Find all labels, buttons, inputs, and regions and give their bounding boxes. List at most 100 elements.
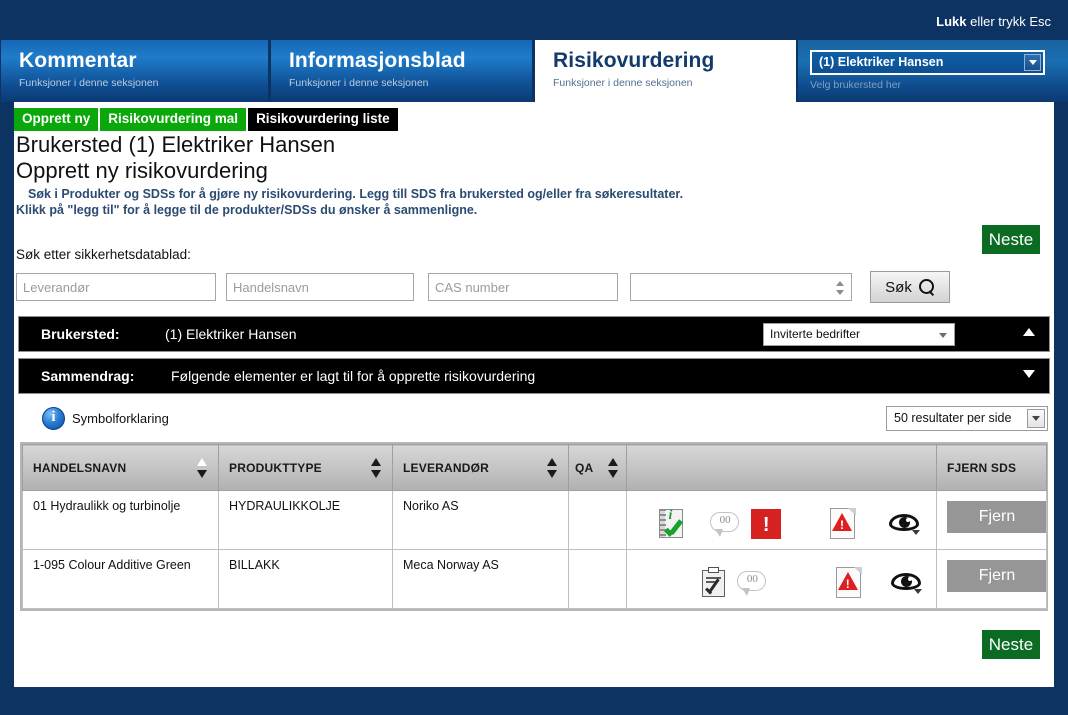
cell-produkttype: BILLAKK — [218, 549, 393, 609]
column-header-qa-label: QA — [575, 460, 594, 475]
invited-companies-value: Inviterte bedrifter — [770, 327, 861, 341]
notebook-green-check-icon[interactable]: i — [651, 508, 692, 540]
view-eye-icon[interactable] — [885, 512, 926, 536]
close-hint[interactable]: Lukk eller trykk Esc — [936, 14, 1051, 29]
cell-qa — [568, 490, 627, 550]
chevron-down-icon — [939, 333, 947, 338]
tab-kommentar-subtitle: Funksjoner i denne seksjonen — [19, 77, 159, 89]
table-header-row: HANDELSNAVN PRODUKTTYPE LEVERANDØR QA FJ… — [22, 444, 1047, 491]
sort-toggle-qa[interactable] — [608, 457, 619, 478]
content-panel: Opprett ny Risikovurdering mal Risikovur… — [14, 102, 1054, 687]
caret-down-icon[interactable] — [1023, 370, 1035, 378]
search-icon — [918, 279, 935, 295]
ghs-exclamation-icon[interactable]: ! — [746, 509, 787, 539]
column-header-qa[interactable]: QA — [568, 444, 627, 491]
tab-informasjonsblad-subtitle: Funksjoner i denne seksjonen — [289, 77, 429, 89]
remove-sds-button[interactable]: Fjern — [947, 501, 1047, 533]
page-description-line1: Søk i Produkter og SDSs for å gjøre ny r… — [28, 187, 684, 201]
location-select[interactable]: (1) Elektriker Hansen — [810, 50, 1045, 75]
page-description-line2: Klikk på "legg til" for å legge til de p… — [16, 203, 478, 217]
column-header-handelsnavn[interactable]: HANDELSNAVN — [22, 444, 219, 491]
cell-icons: i 00 ! ! — [626, 490, 937, 550]
brukersted-bar-value: (1) Elektriker Hansen — [165, 326, 297, 342]
subnav-buttons: Opprett ny Risikovurdering mal Risikovur… — [14, 108, 398, 131]
subnav-risikovurdering-liste[interactable]: Risikovurdering liste — [248, 108, 398, 131]
cell-handelsnavn: 1-095 Colour Additive Green — [22, 549, 219, 609]
next-button-bottom[interactable]: Neste — [982, 630, 1040, 659]
column-header-leverandor[interactable]: LEVERANDØR — [392, 444, 569, 491]
comment-bubble-icon[interactable]: 00 — [733, 571, 771, 596]
cell-produkttype: HYDRAULIKKOLJE — [218, 490, 393, 550]
subnav-opprett-ny[interactable]: Opprett ny — [14, 108, 99, 131]
info-icon[interactable] — [42, 407, 65, 430]
cell-handelsnavn: 01 Hydraulikk og turbinolje — [22, 490, 219, 550]
sds-document-warning-icon[interactable]: ! — [822, 508, 863, 540]
search-input-tradename[interactable] — [226, 273, 414, 301]
subnav-risikovurdering-mal[interactable]: Risikovurdering mal — [100, 108, 247, 131]
location-select-value: (1) Elektriker Hansen — [819, 55, 944, 69]
comment-bubble-icon[interactable]: 00 — [705, 512, 746, 537]
cell-leverandor: Noriko AS — [392, 490, 569, 550]
results-table-wrapper: HANDELSNAVN PRODUKTTYPE LEVERANDØR QA FJ… — [20, 442, 1048, 611]
column-header-leverandor-label: LEVERANDØR — [403, 460, 490, 475]
chevron-down-icon[interactable] — [1027, 409, 1045, 428]
location-picker-block: (1) Elektriker Hansen Velg brukersted he… — [798, 40, 1068, 102]
clipboard-check-icon[interactable] — [695, 567, 733, 599]
view-eye-icon[interactable] — [888, 571, 926, 595]
sammendrag-bar-label: Sammendrag: — [41, 368, 135, 384]
sort-toggle-leverandor[interactable] — [547, 457, 558, 478]
remove-sds-button[interactable]: Fjern — [947, 560, 1047, 592]
results-per-page-value: 50 resultater per side — [894, 411, 1012, 425]
page-title-brukersted: Brukersted (1) Elektriker Hansen — [16, 132, 336, 157]
search-section-label: Søk etter sikkerhetsdatablad: — [16, 247, 191, 262]
column-header-fjern-sds: FJERN SDS — [936, 444, 1047, 491]
tab-risikovurdering-title: Risikovurdering — [553, 49, 715, 72]
comment-count: 00 — [746, 573, 758, 585]
results-per-page-select[interactable]: 50 resultater per side — [886, 406, 1048, 431]
column-header-produkttype[interactable]: PRODUKTTYPE — [218, 444, 393, 491]
column-header-fjern-sds-label: FJERN SDS — [947, 460, 1017, 475]
search-button[interactable]: Søk — [870, 271, 950, 303]
column-header-icons — [626, 444, 937, 491]
comment-count: 00 — [719, 514, 731, 526]
column-header-handelsnavn-label: HANDELSNAVN — [33, 460, 127, 475]
symbol-legend-label[interactable]: Symbolforklaring — [72, 411, 169, 426]
table-row: 1-095 Colour Additive Green BILLAKK Meca… — [22, 549, 1047, 609]
sort-toggle-handelsnavn[interactable] — [197, 457, 208, 478]
search-button-label: Søk — [885, 278, 912, 296]
table-row: 01 Hydraulikk og turbinolje HYDRAULIKKOL… — [22, 490, 1047, 550]
sort-toggle-produkttype[interactable] — [371, 457, 382, 478]
tab-risikovurdering-subtitle: Funksjoner i denne seksjonen — [553, 77, 693, 89]
tab-informasjonsblad[interactable]: Informasjonsblad Funksjoner i denne seks… — [270, 40, 532, 102]
invited-companies-select[interactable]: Inviterte bedrifter — [763, 323, 955, 346]
sds-document-warning-icon[interactable]: ! — [830, 567, 868, 599]
cell-fjern: Fjern — [936, 490, 1047, 550]
cell-leverandor: Meca Norway AS — [392, 549, 569, 609]
close-hint-rest: eller trykk Esc — [966, 14, 1051, 29]
close-hint-bold: Lukk — [936, 14, 967, 29]
search-input-cas[interactable] — [428, 273, 618, 301]
chevron-down-icon[interactable] — [1024, 54, 1041, 71]
brukersted-bar-label: Brukersted: — [41, 326, 120, 342]
location-select-caption: Velg brukersted her — [810, 79, 902, 91]
stepper-icon[interactable] — [836, 281, 845, 295]
brukersted-bar[interactable]: Brukersted: (1) Elektriker Hansen Invite… — [18, 316, 1050, 352]
search-extra-select[interactable] — [630, 273, 852, 301]
tab-risikovurdering[interactable]: Risikovurdering Funksjoner i denne seksj… — [534, 40, 796, 102]
column-header-produkttype-label: PRODUKTTYPE — [229, 460, 322, 475]
sammendrag-bar-value: Følgende elementer er lagt til for å opp… — [171, 368, 536, 384]
search-input-supplier[interactable] — [16, 273, 216, 301]
cell-fjern: Fjern — [936, 549, 1047, 609]
cell-qa — [568, 549, 627, 609]
page-description: Søk i Produkter og SDSs for å gjøre ny r… — [16, 186, 683, 218]
results-table: HANDELSNAVN PRODUKTTYPE LEVERANDØR QA FJ… — [22, 444, 1047, 609]
page-title-opprett: Opprett ny risikovurdering — [16, 158, 268, 183]
window-topbar: Lukk eller trykk Esc — [0, 0, 1068, 40]
tab-informasjonsblad-title: Informasjonsblad — [289, 49, 466, 72]
tab-kommentar[interactable]: Kommentar Funksjoner i denne seksjonen — [0, 40, 268, 102]
legend-row: Symbolforklaring 50 resultater per side — [20, 404, 1048, 438]
caret-up-icon[interactable] — [1023, 328, 1035, 336]
search-row: Søk — [16, 271, 1052, 303]
next-button-top[interactable]: Neste — [982, 225, 1040, 254]
sammendrag-bar[interactable]: Sammendrag: Følgende elementer er lagt t… — [18, 358, 1050, 394]
